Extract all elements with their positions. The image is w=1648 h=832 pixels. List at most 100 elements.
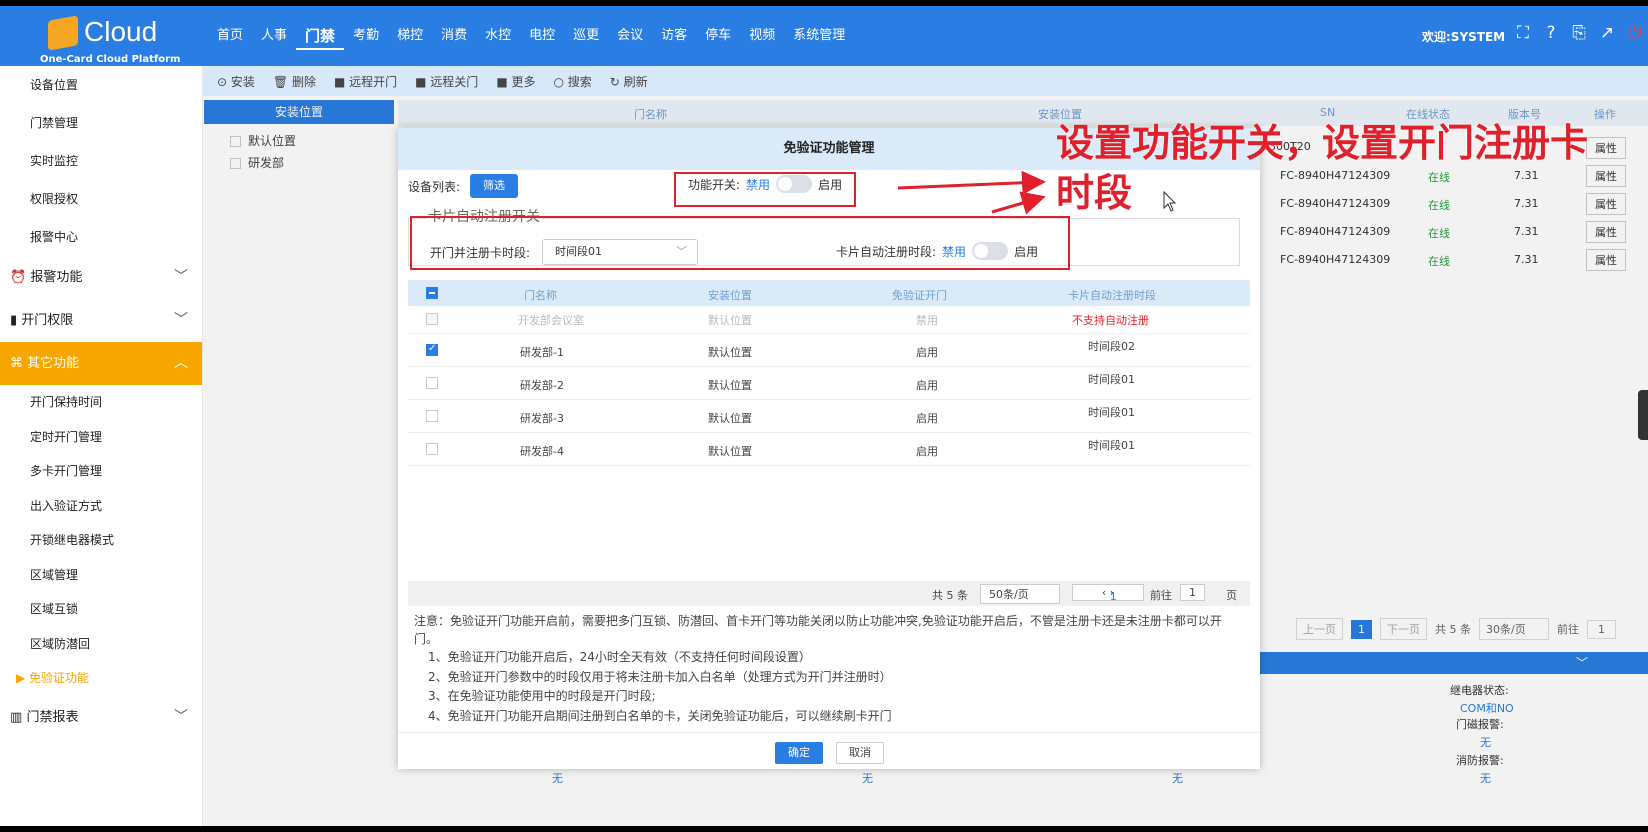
free-open-cell: 禁用 <box>916 314 938 327</box>
sidebar-item-device-location[interactable]: 设备位置 <box>0 66 202 104</box>
nav-patrol[interactable]: 巡更 <box>564 24 608 50</box>
period-cell[interactable]: 时间段01 <box>1088 371 1135 387</box>
table-row[interactable]: 研发部-4 默认位置 启用 时间段01 <box>408 433 1250 466</box>
side-handle[interactable] <box>1638 390 1648 440</box>
sidebar-group-label: 其它功能 <box>27 356 80 371</box>
row-checkbox[interactable] <box>426 377 438 389</box>
free-open-cell: 启用 <box>916 379 938 392</box>
device-list-label: 设备列表: <box>408 180 461 194</box>
notes-main: 注意：免验证开门功能开启前，需要把多门互锁、防潜回、首卡开门等功能关闭以防止功能… <box>414 614 1222 646</box>
sidebar-sub-verify-mode[interactable]: 出入验证方式 <box>0 489 202 524</box>
table-row[interactable]: 研发部-2 默认位置 启用 时间段01 <box>408 367 1250 400</box>
nav-power[interactable]: 电控 <box>520 24 564 50</box>
nav-consumption[interactable]: 消费 <box>432 24 476 50</box>
location-cell: 默认位置 <box>708 445 752 458</box>
refresh-label: 刷新 <box>623 74 648 89</box>
nav-attendance[interactable]: 考勤 <box>344 24 388 50</box>
door-icon: ▮ <box>10 313 18 328</box>
auto-register-label: 卡片自动注册时段: <box>836 244 937 259</box>
nav-elevator[interactable]: 梯控 <box>388 24 432 50</box>
note-item: 2、免验证开门参数中的时段仅用于将未注册卡加入白名单（处理方式为开门并注册时） <box>428 669 892 684</box>
page-nav[interactable]: ‹ 1 › <box>1072 584 1144 603</box>
nav-home[interactable]: 首页 <box>208 24 252 50</box>
nav-parking[interactable]: 停车 <box>696 24 740 50</box>
row-checkbox[interactable] <box>426 343 438 356</box>
sidebar-sub-area-interlock[interactable]: 区域互锁 <box>0 592 202 627</box>
period-select[interactable]: 时间段01 ﹀ <box>542 239 698 265</box>
language-icon[interactable]: ⎘ <box>1568 22 1590 44</box>
sidebar-sub-timed-open[interactable]: 定时开门管理 <box>0 420 202 455</box>
search-label: 搜索 <box>567 74 592 89</box>
period-cell[interactable]: 时间段01 <box>1088 437 1135 453</box>
sidebar-sub-relay-mode[interactable]: 开锁继电器模式 <box>0 523 202 558</box>
verification-free-dialog: 免验证功能管理 设备列表: 筛选 功能开关: 禁用 启用 卡片自动注册开关 开门… <box>398 128 1260 769</box>
search-button[interactable]: ○ 搜索 <box>553 73 591 90</box>
report-icon: ▥ <box>10 709 23 725</box>
note-item: 3、在免验证功能使用中的时段是开门时段; <box>428 689 656 703</box>
nav-meeting[interactable]: 会议 <box>608 24 652 50</box>
more-label: 更多 <box>511 74 536 89</box>
location-cell: 默认位置 <box>708 379 752 392</box>
filter-button[interactable]: 筛选 <box>470 174 518 198</box>
row-checkbox[interactable] <box>426 410 438 422</box>
door-table: 门名称 安装位置 免验证开门 卡片自动注册时段 开发部会议室 默认位置 禁用 不… <box>408 280 1250 582</box>
sidebar-group-alarm[interactable]: ⏰ 报警功能 ﹀ <box>0 256 202 299</box>
table-row[interactable]: 研发部-3 默认位置 启用 时间段01 <box>408 400 1250 433</box>
sidebar-item-alarm-center[interactable]: 报警中心 <box>0 218 202 256</box>
sidebar-sub-area-management[interactable]: 区域管理 <box>0 558 202 593</box>
more-button[interactable]: ■ 更多 <box>496 73 535 90</box>
row-checkbox[interactable] <box>426 443 438 455</box>
sidebar-group-report[interactable]: ▥ 门禁报表 ﹀ <box>0 696 202 739</box>
sidebar-sub-hold-time[interactable]: 开门保持时间 <box>0 385 202 420</box>
page-size-select[interactable]: 50条/页 <box>980 584 1060 604</box>
remote-open-button[interactable]: ■ 远程开门 <box>334 73 397 90</box>
chevron-down-icon: ﹀ <box>174 312 188 328</box>
install-button[interactable]: ⊙ 安装 <box>217 73 255 90</box>
confirm-button[interactable]: 确定 <box>775 742 823 764</box>
remote-close-button[interactable]: ■ 远程关门 <box>415 73 478 90</box>
door-name-cell: 研发部-2 <box>520 379 564 392</box>
fullscreen-icon[interactable]: ⛶ <box>1512 22 1534 44</box>
table-row[interactable]: 研发部-1 默认位置 启用 时间段02 <box>408 334 1250 367</box>
nav-video[interactable]: 视频 <box>740 24 784 50</box>
sidebar-item-realtime-monitor[interactable]: 实时监控 <box>0 142 202 180</box>
disable-text: 禁用 <box>746 177 771 192</box>
select-all-checkbox[interactable] <box>426 287 438 299</box>
sidebar-item-door-management[interactable]: 门禁管理 <box>0 104 202 142</box>
install-label: 安装 <box>230 74 255 89</box>
period-cell[interactable]: 时间段02 <box>1088 338 1135 354</box>
sidebar-sub-verification-free[interactable]: ▶ 免验证功能 <box>0 661 202 696</box>
column-header: 免验证开门 <box>892 289 947 302</box>
refresh-button[interactable]: ↻ 刷新 <box>610 73 648 90</box>
sidebar-group-door-permission[interactable]: ▮ 开门权限 ﹀ <box>0 299 202 342</box>
sidebar-sub-anti-passback[interactable]: 区域防潜回 <box>0 627 202 662</box>
logo: Cloud One-Card Cloud Platform <box>36 12 180 66</box>
sidebar-item-authorization[interactable]: 权限授权 <box>0 180 202 218</box>
nav-water[interactable]: 水控 <box>476 24 520 50</box>
sidebar-group-label: 开门权限 <box>21 313 74 328</box>
location-cell: 默认位置 <box>708 314 752 327</box>
cancel-button[interactable]: 取消 <box>836 742 884 764</box>
period-cell[interactable]: 时间段01 <box>1088 404 1135 420</box>
remote-close-label: 远程关门 <box>430 74 479 89</box>
chevron-down-icon: ﹀ <box>174 708 188 725</box>
power-icon[interactable]: ⏻ <box>1624 22 1646 44</box>
auto-register-switch: 卡片自动注册时段: 禁用 启用 <box>836 242 1038 260</box>
function-toggle[interactable] <box>776 175 813 193</box>
logo-subtitle: One-Card Cloud Platform <box>40 54 181 65</box>
goto-input[interactable]: 1 <box>1180 584 1205 601</box>
total-count: 共 5 条 <box>932 589 968 602</box>
welcome-text: 欢迎:SYSTEM <box>1422 30 1506 44</box>
location-cell: 默认位置 <box>708 412 752 425</box>
sidebar-group-other-functions[interactable]: ⌘ 其它功能 ︿ <box>0 342 202 385</box>
external-icon[interactable]: ↗ <box>1596 22 1618 44</box>
nav-visitor[interactable]: 访客 <box>652 24 696 50</box>
delete-button[interactable]: 🗑 删除 <box>273 73 316 90</box>
nav-access-control[interactable]: 门禁 <box>296 24 345 50</box>
nav-hr[interactable]: 人事 <box>252 24 296 50</box>
auto-register-toggle[interactable] <box>972 242 1009 260</box>
help-icon[interactable]: ? <box>1540 22 1562 44</box>
sidebar-sub-multi-card[interactable]: 多卡开门管理 <box>0 454 202 489</box>
grid-icon: ⌘ <box>10 356 23 371</box>
nav-system[interactable]: 系统管理 <box>784 24 854 50</box>
